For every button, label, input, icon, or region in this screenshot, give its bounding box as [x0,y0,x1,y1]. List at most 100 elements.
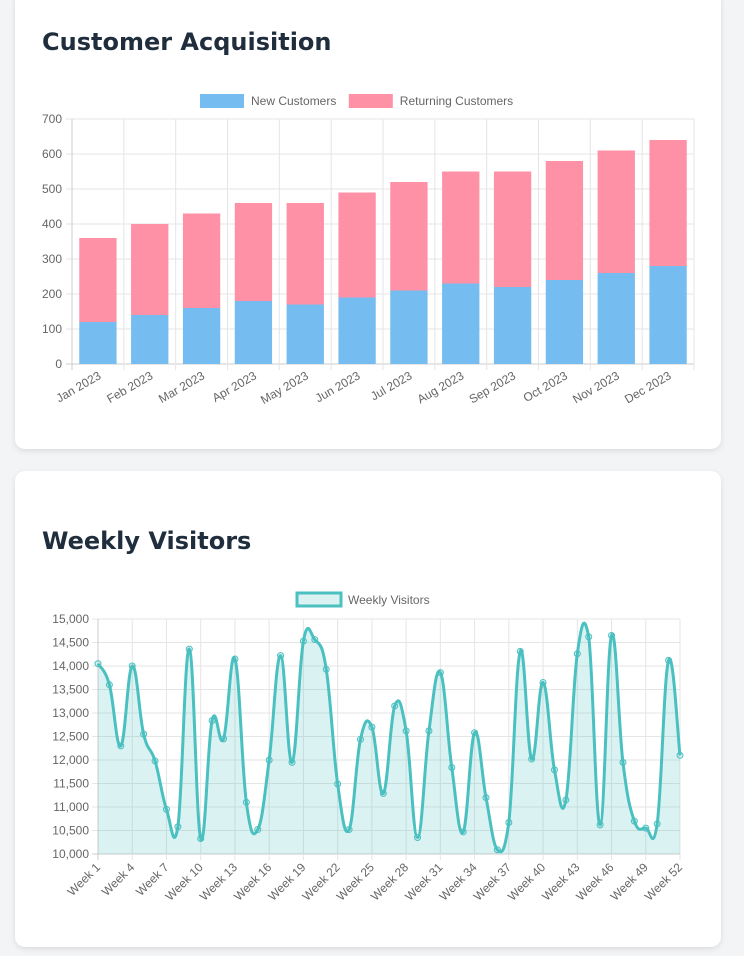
bar-returning-customers [545,161,584,280]
data-point [414,834,422,842]
bar-new-customers [234,301,273,364]
x-tick-label: Dec 2023 [622,368,674,406]
x-tick-label: Feb 2023 [104,368,155,406]
data-point [482,794,490,802]
bar-returning-customers [182,213,221,308]
bar-new-customers [493,287,532,364]
data-point [162,805,170,813]
legend-label: New Customers [251,94,336,108]
bar-new-customers [338,297,376,364]
bar-new-customers [79,322,117,364]
bar-new-customers [182,308,221,364]
x-tick-label: Week 52 [642,860,685,903]
data-point [220,735,228,743]
bar-new-customers [390,290,428,364]
data-point [619,758,627,766]
data-point [334,780,342,788]
bar-returning-customers [442,171,480,284]
data-point [493,846,501,854]
x-tick-label: Week 1 [65,860,104,899]
y-tick-label: 11,500 [53,777,89,791]
x-tick-label: Aug 2023 [415,368,467,406]
data-point [402,727,410,735]
data-point [505,819,513,827]
data-point [117,742,125,750]
data-point [379,789,387,797]
data-point [254,826,262,834]
data-point [539,678,547,686]
legend-swatch-new-customers [200,94,244,108]
data-point [94,660,102,668]
y-tick-label: 12,500 [52,730,89,744]
data-point [299,637,307,645]
bar-returning-customers [597,150,635,273]
data-point [596,821,604,829]
bar-new-customers [286,304,324,364]
data-point [630,817,638,825]
data-point [516,647,524,655]
data-point [391,702,399,710]
x-tick-label: Jun 2023 [313,368,363,405]
legend-label: Returning Customers [400,94,513,108]
y-tick-label: 200 [42,287,62,301]
weekly-visitors-chart: Weekly Visitors 10,000 10,500 11,000 11,500 1… [52,591,685,903]
data-point [185,645,193,653]
data-point [573,650,581,658]
data-point [459,828,467,836]
data-point [277,652,285,660]
customer-acquisition-chart: New Customers Returning Customers 0 100 200 3… [42,94,695,407]
bar-returning-customers [649,140,687,266]
x-tick-label: Mar 2023 [156,368,207,406]
bar-returning-customers [338,192,376,298]
x-tick-label: Jul 2023 [368,368,415,403]
data-point [653,820,661,828]
x-tick-label: Nov 2023 [570,368,622,406]
data-point [425,727,433,735]
weekly-visitors-card: Weekly Visitors Weekly Visitors 10,000 10,… [15,471,721,947]
x-tick-label: Jan 2023 [54,368,104,405]
data-point [562,796,570,804]
data-point [231,655,239,663]
data-point [208,717,216,725]
data-point [436,669,444,677]
data-point [676,751,684,759]
y-tick-label: 10,500 [52,824,89,838]
y-tick-label: 12,000 [52,753,89,767]
data-point [608,631,616,639]
data-point [311,636,319,644]
x-tick-label: Oct 2023 [521,368,570,405]
legend-swatch-returning-customers [348,94,393,108]
data-point [642,824,650,832]
x-tick-label: Sep 2023 [467,368,519,406]
data-point [345,826,353,834]
y-tick-label: 700 [42,112,62,126]
y-tick-label: 100 [42,322,62,336]
y-tick-label: 13,000 [52,706,89,720]
data-point [368,723,376,731]
bar-returning-customers [286,203,324,305]
data-point [140,730,148,738]
bar-returning-customers [493,171,532,287]
data-point [322,665,330,673]
y-tick-label: 14,000 [52,659,89,673]
data-point [174,823,182,831]
data-point [288,758,296,766]
data-point [197,834,205,842]
data-point [242,798,250,806]
data-point [265,756,273,764]
y-tick-label: 11,000 [53,800,89,814]
bar-returning-customers [131,224,169,315]
data-point [151,757,159,765]
y-tick-label: 10,000 [52,847,89,861]
bar-new-customers [545,280,584,364]
y-tick-label: 15,000 [52,612,89,626]
x-tick-label: May 2023 [258,368,311,407]
legend-swatch-weekly-visitors [295,591,343,608]
bar-new-customers [442,283,480,364]
data-point [550,766,558,774]
data-point [528,755,536,763]
bar-new-customers [597,273,635,364]
y-tick-label: 300 [42,252,62,266]
data-point [105,681,113,689]
data-point [585,633,593,641]
